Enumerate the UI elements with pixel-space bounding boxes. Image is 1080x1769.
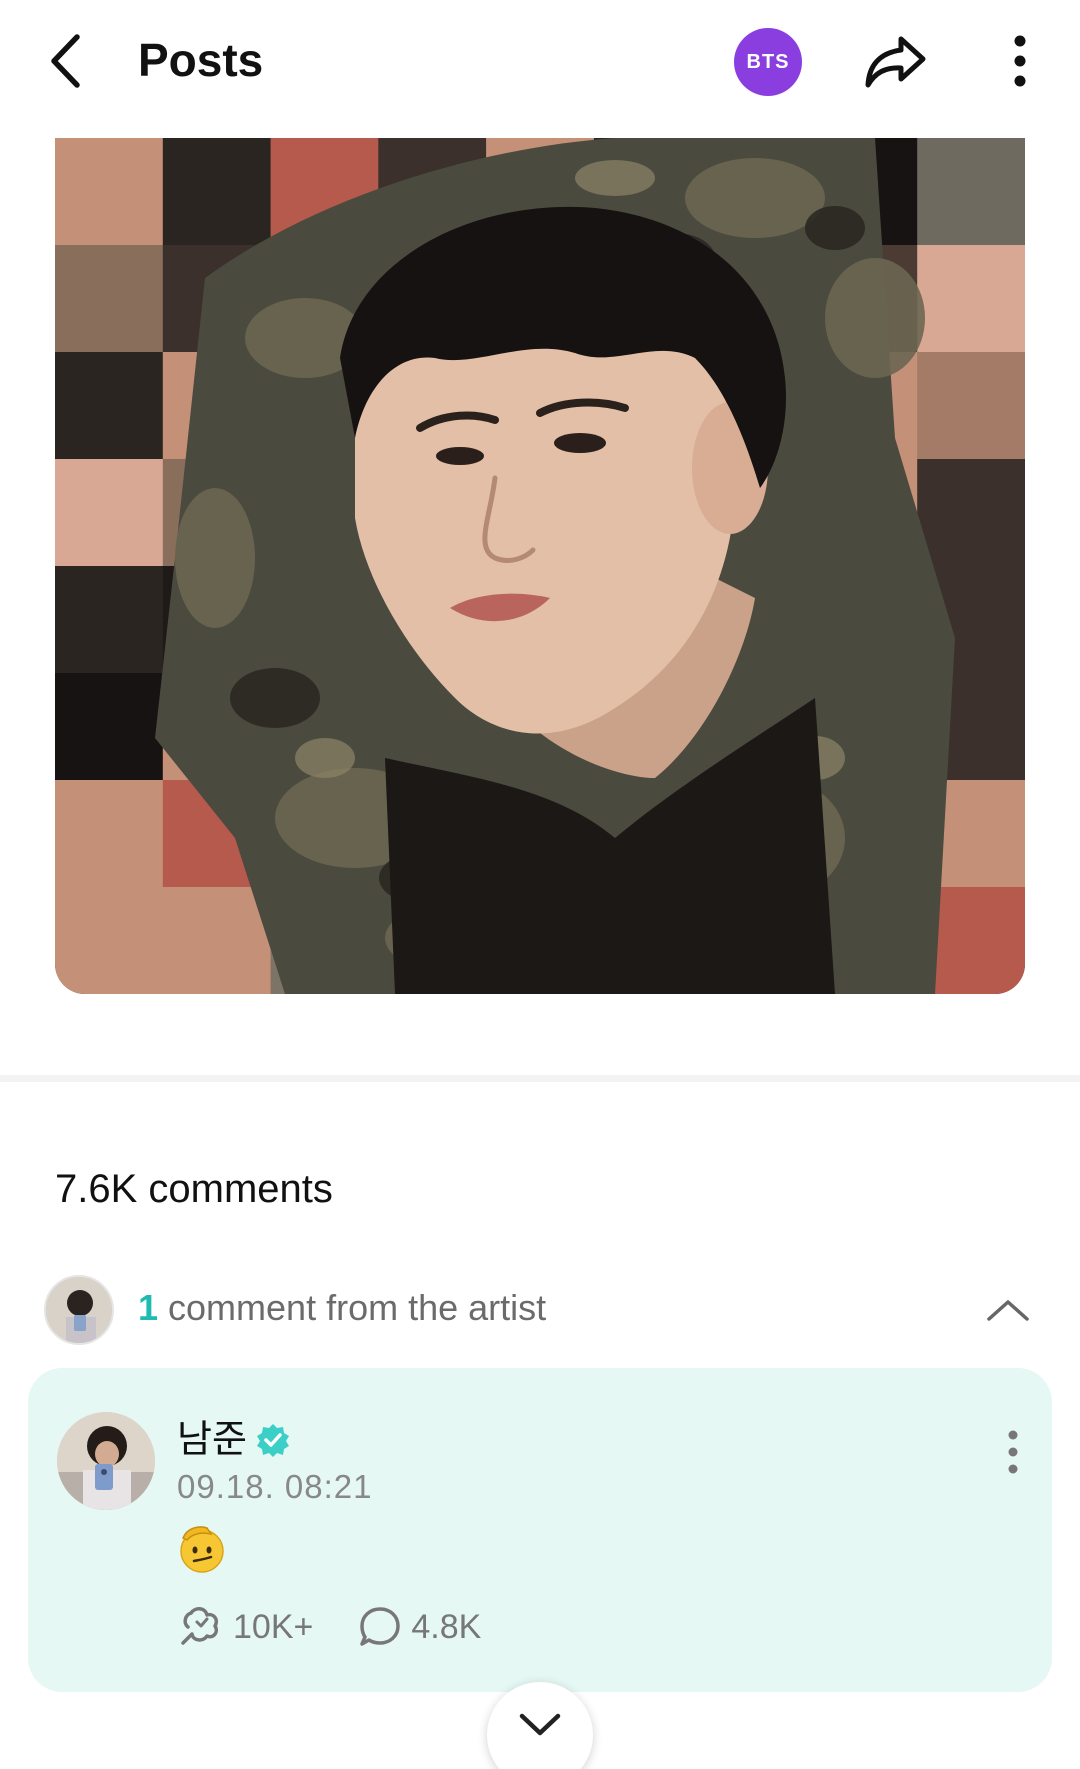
share-arrow-icon bbox=[865, 36, 926, 88]
artist-comment-summary-text: comment from the artist bbox=[168, 1287, 547, 1328]
share-button[interactable] bbox=[862, 30, 928, 92]
speech-bubble-icon bbox=[360, 1607, 401, 1646]
artist-comment-count: 1 bbox=[138, 1287, 159, 1328]
comment-more-button[interactable] bbox=[998, 1422, 1028, 1482]
post-photo-illustration bbox=[55, 138, 1025, 994]
avatar[interactable] bbox=[57, 1412, 155, 1510]
artist-comments-header[interactable]: 1 comment from the artist bbox=[44, 1275, 1034, 1345]
verified-badge-icon bbox=[256, 1424, 289, 1457]
artist-community-badge[interactable]: BTS bbox=[734, 28, 802, 96]
collapse-button[interactable] bbox=[982, 1285, 1034, 1335]
reply-button[interactable]: 4.8K bbox=[359, 1606, 481, 1648]
comment-timestamp: 09.18. 08:21 bbox=[177, 1468, 373, 1505]
post-photo[interactable] bbox=[55, 138, 1025, 994]
like-button[interactable]: 10K+ bbox=[177, 1605, 313, 1649]
top-app-bar: Posts BTS bbox=[0, 0, 1080, 125]
artist-comments-summary: 1 comment from the artist bbox=[138, 1283, 546, 1333]
more-options-button[interactable] bbox=[1000, 30, 1040, 92]
more-vertical-icon bbox=[1008, 1430, 1018, 1474]
chevron-down-icon bbox=[519, 1713, 561, 1736]
artist-avatar-small bbox=[44, 1275, 114, 1345]
comment-actions: 10K+ 4.8K bbox=[177, 1602, 527, 1652]
lightstick-heart-icon bbox=[181, 1607, 219, 1645]
scroll-down-button[interactable] bbox=[487, 1682, 593, 1769]
chevron-left-icon bbox=[51, 34, 80, 88]
saluting-face-emoji bbox=[177, 1524, 227, 1574]
artist-comment-card: 남준 09.18. 08:21 10K+ 4.8K bbox=[28, 1368, 1052, 1692]
section-divider bbox=[0, 1075, 1080, 1082]
back-button[interactable] bbox=[40, 30, 90, 92]
chevron-up-icon bbox=[987, 1300, 1029, 1321]
more-vertical-icon bbox=[1014, 35, 1026, 87]
comments-count: 7.6K comments bbox=[55, 1167, 333, 1211]
reply-count: 4.8K bbox=[411, 1607, 482, 1646]
author-name: 남준 bbox=[177, 1419, 247, 1461]
like-count: 10K+ bbox=[233, 1607, 314, 1646]
page-title: Posts bbox=[138, 34, 264, 86]
comment-author: 남준 bbox=[177, 1418, 291, 1462]
